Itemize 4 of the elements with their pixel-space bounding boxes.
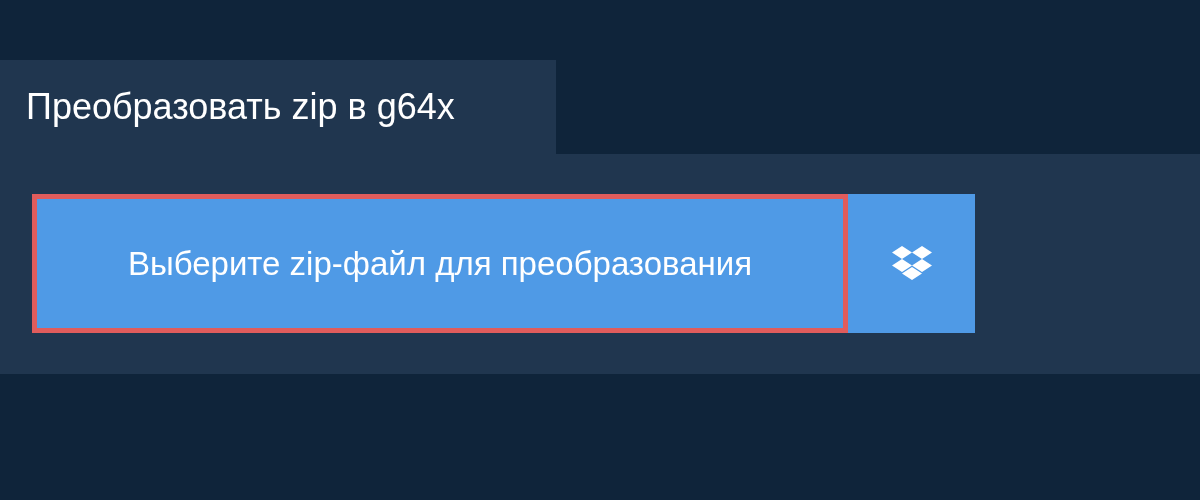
page-title: Преобразовать zip в g64x [26, 86, 455, 128]
cloud-button[interactable] [848, 194, 975, 333]
diamond-box-icon [890, 244, 933, 283]
choose-file-button[interactable]: Выберите zip-файл для преобразования [32, 194, 848, 333]
